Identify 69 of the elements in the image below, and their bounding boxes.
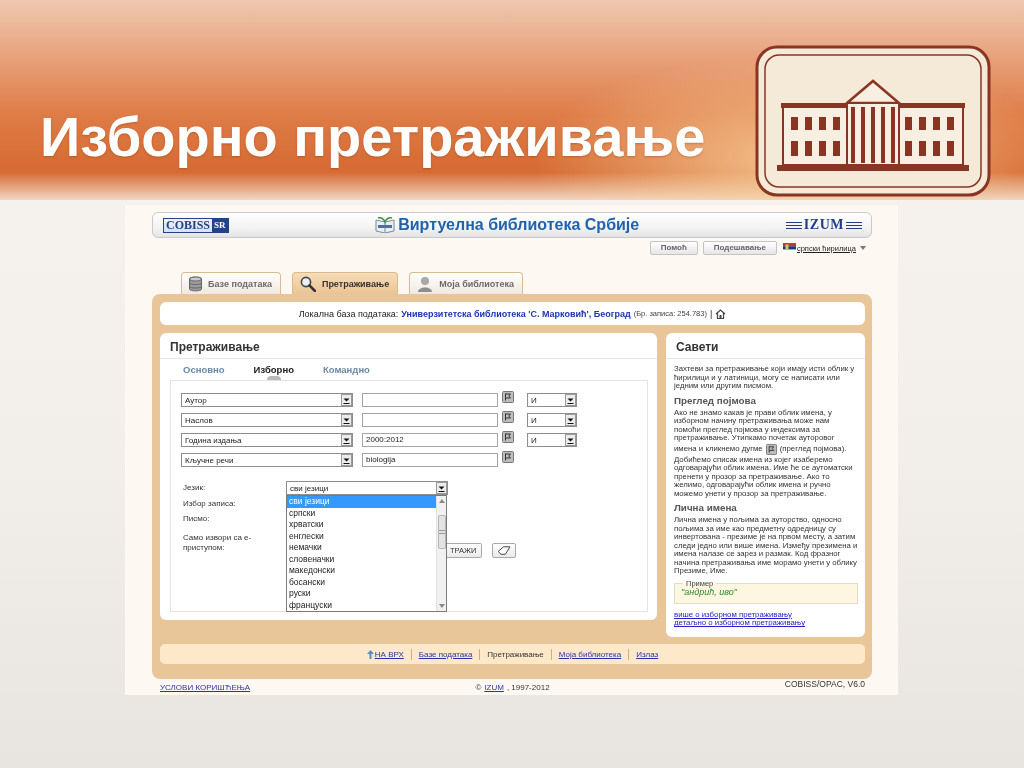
filter-label: Писмо:: [182, 513, 211, 524]
nav-tab[interactable]: Претраживање: [291, 272, 399, 294]
separator: |: [709, 308, 713, 319]
flag-tile-icon: [765, 443, 777, 455]
field-select[interactable]: Наслов: [181, 413, 353, 427]
version-text: COBISS/OPAC, V6.0: [784, 679, 865, 692]
flag-tile-icon: [502, 431, 514, 443]
cobiss-logo[interactable]: COBISS SR: [163, 217, 229, 233]
panel-title: Савети: [666, 333, 865, 359]
izum-logo[interactable]: IZUM: [785, 217, 862, 233]
footer-link[interactable]: Моја библиотека: [558, 648, 622, 660]
footer-link[interactable]: Претраживање: [487, 648, 544, 660]
nav-tab[interactable]: Моја библиотека: [409, 272, 524, 294]
footer-link[interactable]: НА ВРХ: [374, 648, 404, 660]
browse-index-button[interactable]: [502, 391, 514, 403]
user-icon: [417, 275, 434, 292]
panel-title: Претраживање: [160, 333, 657, 359]
scrollbar-track[interactable]: [436, 496, 446, 611]
search-input[interactable]: [362, 413, 498, 427]
caret-icon[interactable]: [860, 246, 866, 250]
eraser-icon: [497, 546, 512, 555]
copyright-years: , 1997-2012: [506, 683, 550, 693]
scroll-up-icon[interactable]: [438, 499, 445, 503]
browse-index-button[interactable]: [502, 411, 514, 423]
footer-link[interactable]: Излаз: [636, 648, 659, 660]
search-input[interactable]: biologija: [362, 453, 498, 467]
operator-select[interactable]: И: [527, 393, 577, 407]
search-input[interactable]: [362, 393, 498, 407]
tip-heading: Преглед појмова: [674, 394, 757, 407]
search-mode-tab[interactable]: Изборно: [253, 364, 294, 380]
flag-tile-icon: [502, 391, 514, 403]
browse-index-button[interactable]: [502, 431, 514, 443]
scroll-down-icon[interactable]: [438, 604, 445, 608]
filter-label: Избор записа:: [182, 499, 237, 510]
filter-label: Језик:: [182, 482, 207, 494]
terms-link[interactable]: УСЛОВИ КОРИШЋЕЊА: [160, 683, 251, 693]
search-input[interactable]: 2000:2012: [362, 433, 498, 447]
operator-select[interactable]: И: [527, 433, 577, 447]
slide-title: Изборно претраживање: [40, 104, 706, 170]
operator-select[interactable]: И: [527, 413, 577, 427]
scrollbar-thumb[interactable]: [437, 514, 446, 549]
flag-tile-icon: [502, 451, 514, 463]
owner-link[interactable]: IZUM: [484, 683, 504, 693]
home-icon[interactable]: [715, 308, 727, 319]
database-label: Локална база података:: [298, 308, 399, 319]
search-mode-tab[interactable]: Командно: [322, 364, 370, 380]
book-logo-icon: [375, 217, 396, 233]
example-text: "андрић, иво": [681, 587, 737, 597]
filter-label: Само извори са е-приступом:: [182, 532, 253, 554]
nav-tab[interactable]: Базе података: [181, 272, 281, 294]
utility-button[interactable]: Подешавање: [702, 241, 777, 255]
flag-tile-icon: [502, 411, 514, 423]
clear-button[interactable]: [492, 543, 517, 558]
site-title: Виртуелна библиотека Србије: [398, 216, 640, 234]
search-icon: [299, 275, 316, 292]
footer-link[interactable]: Базе података: [418, 648, 473, 660]
utility-button[interactable]: Помоћ: [649, 241, 698, 255]
arrow-up-icon: [366, 649, 374, 659]
field-select[interactable]: Година издања: [181, 433, 353, 447]
database-icon: [189, 275, 202, 292]
search-mode-tab[interactable]: Основно: [183, 364, 225, 380]
browse-index-button[interactable]: [502, 451, 514, 463]
language-select[interactable]: сви језици: [286, 481, 448, 495]
tip-heading: Лична имена: [674, 502, 738, 514]
database-name-link[interactable]: Универзитетска библиотека 'С. Марковић', Београд: [401, 308, 631, 319]
tricolor-flag-icon: [782, 243, 796, 253]
field-select[interactable]: Кључне речи: [181, 453, 353, 467]
copyright-symbol: ©: [475, 683, 482, 693]
field-select[interactable]: Аутор: [181, 393, 353, 407]
